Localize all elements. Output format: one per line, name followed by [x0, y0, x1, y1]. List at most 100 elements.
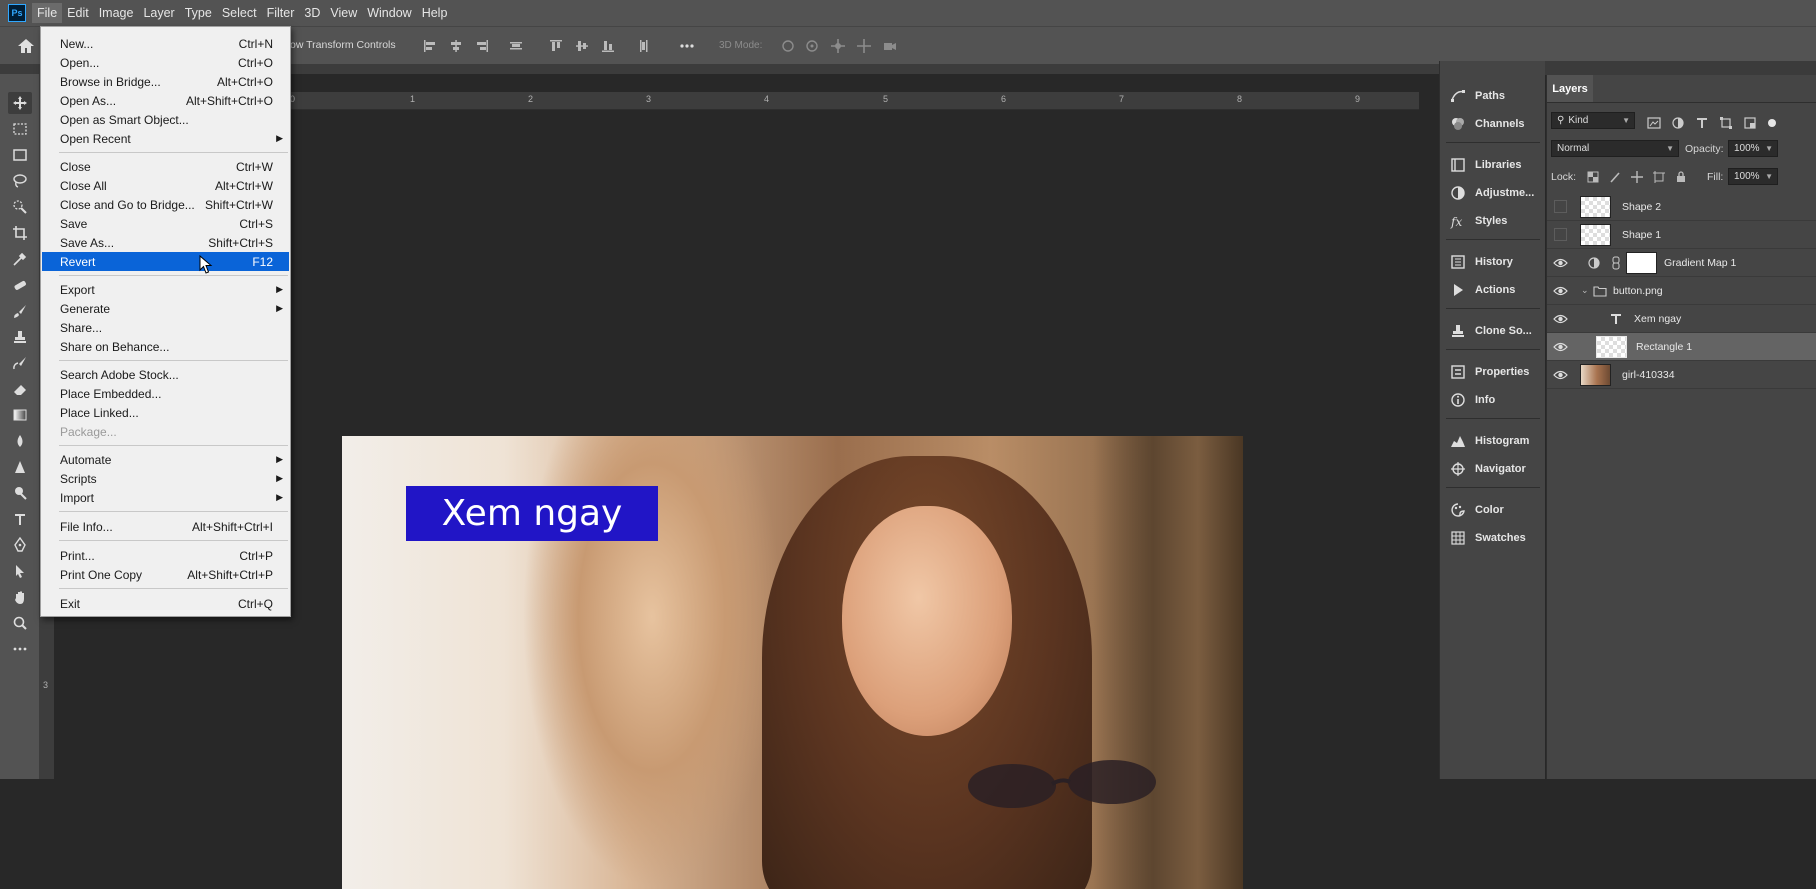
healing-brush-tool-icon[interactable] [8, 274, 32, 296]
menu-layer[interactable]: Layer [138, 3, 179, 23]
quick-selection-tool-icon[interactable] [8, 196, 32, 218]
lock-artboard-icon[interactable] [1653, 171, 1665, 183]
type-tool-icon[interactable] [8, 508, 32, 530]
dodge-tool-icon[interactable] [8, 482, 32, 504]
crop-tool-icon[interactable] [8, 222, 32, 244]
layer-group-button-png[interactable]: ⌄ button.png [1547, 277, 1816, 305]
layer-row-shape-2[interactable]: Shape 2 [1547, 193, 1816, 221]
path-selection-tool-icon[interactable] [8, 560, 32, 582]
panel-channels[interactable]: Channels [1440, 111, 1546, 137]
3d-slide-icon[interactable] [856, 38, 872, 54]
zoom-tool-icon[interactable] [8, 612, 32, 634]
brush-tool-icon[interactable] [8, 300, 32, 322]
menu-item-close-all[interactable]: Close All Alt+Ctrl+W [42, 176, 289, 195]
opacity-input[interactable]: 100% ▼ [1728, 140, 1778, 157]
menu-item-close[interactable]: Close Ctrl+W [42, 157, 289, 176]
menu-item-generate[interactable]: Generate ▶ [42, 299, 289, 318]
menu-filter[interactable]: Filter [262, 3, 300, 23]
menu-item-close-and-go-to-bridge[interactable]: Close and Go to Bridge... Shift+Ctrl+W [42, 195, 289, 214]
menu-item-scripts[interactable]: Scripts ▶ [42, 469, 289, 488]
menu-file[interactable]: File [32, 3, 63, 23]
panel-histogram[interactable]: Histogram [1440, 428, 1546, 454]
layer-filter-kind[interactable]: ⚲ Kind ▼ [1551, 112, 1635, 129]
home-icon[interactable] [16, 36, 36, 56]
align-middle-icon[interactable] [574, 38, 590, 54]
menu-help[interactable]: Help [417, 3, 453, 23]
align-bottom-icon[interactable] [600, 38, 616, 54]
eye-icon[interactable] [1553, 369, 1568, 381]
layer-row-girl-410334[interactable]: girl-410334 [1547, 361, 1816, 389]
fill-input[interactable]: 100% ▼ [1728, 168, 1778, 185]
panel-adjustments[interactable]: Adjustme... [1440, 180, 1546, 206]
lock-transparent-icon[interactable] [1587, 171, 1599, 183]
menu-item-new[interactable]: New... Ctrl+N [42, 34, 289, 53]
menu-image[interactable]: Image [94, 3, 139, 23]
menu-item-file-info[interactable]: File Info... Alt+Shift+Ctrl+I [42, 517, 289, 536]
panel-properties[interactable]: Properties [1440, 359, 1546, 385]
panel-color[interactable]: Color [1440, 497, 1546, 523]
filter-smart-object-icon[interactable] [1743, 116, 1757, 130]
eyedropper-tool-icon[interactable] [8, 248, 32, 270]
panel-swatches[interactable]: Swatches [1440, 525, 1546, 551]
menu-3d[interactable]: 3D [299, 3, 325, 23]
blur-tool-icon[interactable] [8, 430, 32, 452]
panel-actions[interactable]: Actions [1440, 277, 1546, 303]
rectangle-tool-icon[interactable] [8, 144, 32, 166]
menu-item-print-one-copy[interactable]: Print One Copy Alt+Shift+Ctrl+P [42, 565, 289, 584]
panel-styles[interactable]: fx Styles [1440, 208, 1546, 234]
more-tools-icon[interactable] [8, 638, 32, 660]
clone-stamp-tool-icon[interactable] [8, 326, 32, 348]
menu-item-import[interactable]: Import ▶ [42, 488, 289, 507]
sharpen-tool-icon[interactable] [8, 456, 32, 478]
pen-tool-icon[interactable] [8, 534, 32, 556]
align-right-icon[interactable] [474, 38, 490, 54]
menu-item-automate[interactable]: Automate ▶ [42, 450, 289, 469]
align-top-icon[interactable] [548, 38, 564, 54]
eye-icon[interactable] [1553, 257, 1568, 269]
layer-row-shape-1[interactable]: Shape 1 [1547, 221, 1816, 249]
eraser-tool-icon[interactable] [8, 378, 32, 400]
filter-pixel-icon[interactable] [1647, 116, 1661, 130]
eye-icon[interactable] [1553, 313, 1568, 325]
tab-layers[interactable]: Layers [1547, 75, 1593, 102]
distribute-vertical-icon[interactable] [636, 38, 652, 54]
menu-item-open-as[interactable]: Open As... Alt+Shift+Ctrl+O [42, 91, 289, 110]
menu-item-place-embedded[interactable]: Place Embedded... [42, 384, 289, 403]
layer-row-xem-ngay[interactable]: Xem ngay [1547, 305, 1816, 333]
hand-tool-icon[interactable] [8, 586, 32, 608]
menu-item-place-linked[interactable]: Place Linked... [42, 403, 289, 422]
menu-type[interactable]: Type [180, 3, 217, 23]
menu-item-search-adobe-stock[interactable]: Search Adobe Stock... [42, 365, 289, 384]
blend-mode-select[interactable]: Normal ▼ [1551, 140, 1679, 157]
marquee-tool-icon[interactable] [8, 118, 32, 140]
filter-type-icon[interactable] [1695, 116, 1709, 130]
menu-view[interactable]: View [325, 3, 362, 23]
visibility-toggle-off[interactable] [1554, 228, 1567, 241]
3d-roll-icon[interactable] [804, 38, 820, 54]
3d-camera-icon[interactable] [882, 38, 898, 54]
eye-icon[interactable] [1553, 285, 1568, 297]
3d-orbit-icon[interactable] [780, 38, 796, 54]
move-tool-icon[interactable] [8, 92, 32, 114]
menu-item-open-recent[interactable]: Open Recent ▶ [42, 129, 289, 148]
history-brush-tool-icon[interactable] [8, 352, 32, 374]
layer-row-gradient-map-1[interactable]: Gradient Map 1 [1547, 249, 1816, 277]
filter-adjustment-icon[interactable] [1671, 116, 1685, 130]
more-options-icon[interactable] [679, 38, 695, 54]
align-left-icon[interactable] [422, 38, 438, 54]
gradient-tool-icon[interactable] [8, 404, 32, 426]
menu-item-exit[interactable]: Exit Ctrl+Q [42, 594, 289, 613]
filter-shape-icon[interactable] [1719, 116, 1733, 130]
lock-image-icon[interactable] [1609, 171, 1621, 183]
menu-item-save-as[interactable]: Save As... Shift+Ctrl+S [42, 233, 289, 252]
3d-pan-icon[interactable] [830, 38, 846, 54]
menu-item-save[interactable]: Save Ctrl+S [42, 214, 289, 233]
menu-item-open[interactable]: Open... Ctrl+O [42, 53, 289, 72]
filter-toggle-icon[interactable] [1765, 116, 1779, 130]
menu-window[interactable]: Window [362, 3, 416, 23]
lasso-tool-icon[interactable] [8, 170, 32, 192]
menu-item-export[interactable]: Export ▶ [42, 280, 289, 299]
menu-item-open-as-smart-object[interactable]: Open as Smart Object... [42, 110, 289, 129]
layer-row-rectangle-1[interactable]: Rectangle 1 [1547, 333, 1816, 361]
visibility-toggle-off[interactable] [1554, 200, 1567, 213]
